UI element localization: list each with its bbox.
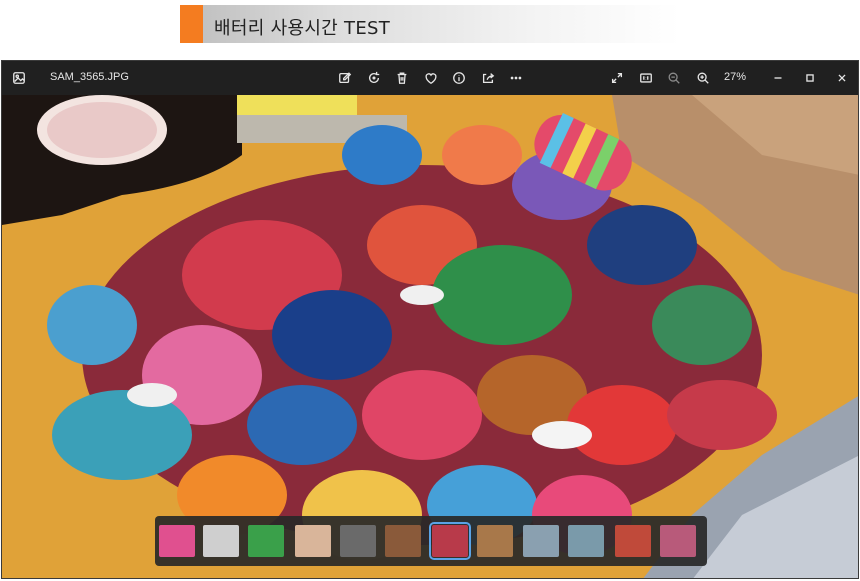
thumbnail-selected[interactable] <box>429 522 471 560</box>
page-banner: 배터리 사용시간 TEST <box>180 5 680 43</box>
thumbnail[interactable] <box>295 525 331 557</box>
rotate-icon[interactable] <box>366 70 382 86</box>
thumbnail[interactable] <box>385 525 421 557</box>
main-photo[interactable] <box>2 95 858 578</box>
photo-image <box>2 95 858 578</box>
thumbnail[interactable] <box>340 525 376 557</box>
app-gallery-icon[interactable] <box>11 70 27 86</box>
minimize-icon[interactable] <box>770 70 786 86</box>
thumbnail[interactable] <box>615 525 651 557</box>
filmstrip <box>155 516 707 566</box>
thumbnail[interactable] <box>477 525 513 557</box>
zoom-in-icon[interactable] <box>695 70 711 86</box>
thumbnail[interactable] <box>523 525 559 557</box>
trash-icon[interactable] <box>394 70 410 86</box>
thumbnail[interactable] <box>660 525 696 557</box>
file-name: SAM_3565.JPG <box>50 71 129 83</box>
thumbnail[interactable] <box>248 525 284 557</box>
close-icon[interactable] <box>834 70 850 86</box>
zoom-level[interactable]: 27% <box>724 71 746 83</box>
photo-viewer-window: SAM_3565.JPG 27% <box>1 60 859 579</box>
thumbnail[interactable] <box>159 525 195 557</box>
thumbnail[interactable] <box>568 525 604 557</box>
heart-icon[interactable] <box>423 70 439 86</box>
title-bar: SAM_3565.JPG 27% <box>2 61 858 95</box>
more-icon[interactable] <box>508 70 524 86</box>
thumbnail[interactable] <box>203 525 239 557</box>
maximize-icon[interactable] <box>802 70 818 86</box>
actual-size-icon[interactable] <box>638 70 654 86</box>
zoom-out-icon[interactable] <box>666 70 682 86</box>
banner-accent-bar <box>180 5 203 43</box>
info-icon[interactable] <box>451 70 467 86</box>
edit-image-icon[interactable] <box>337 70 353 86</box>
share-icon[interactable] <box>480 70 496 86</box>
fullscreen-icon[interactable] <box>609 70 625 86</box>
banner-title: 배터리 사용시간 TEST <box>214 18 391 39</box>
